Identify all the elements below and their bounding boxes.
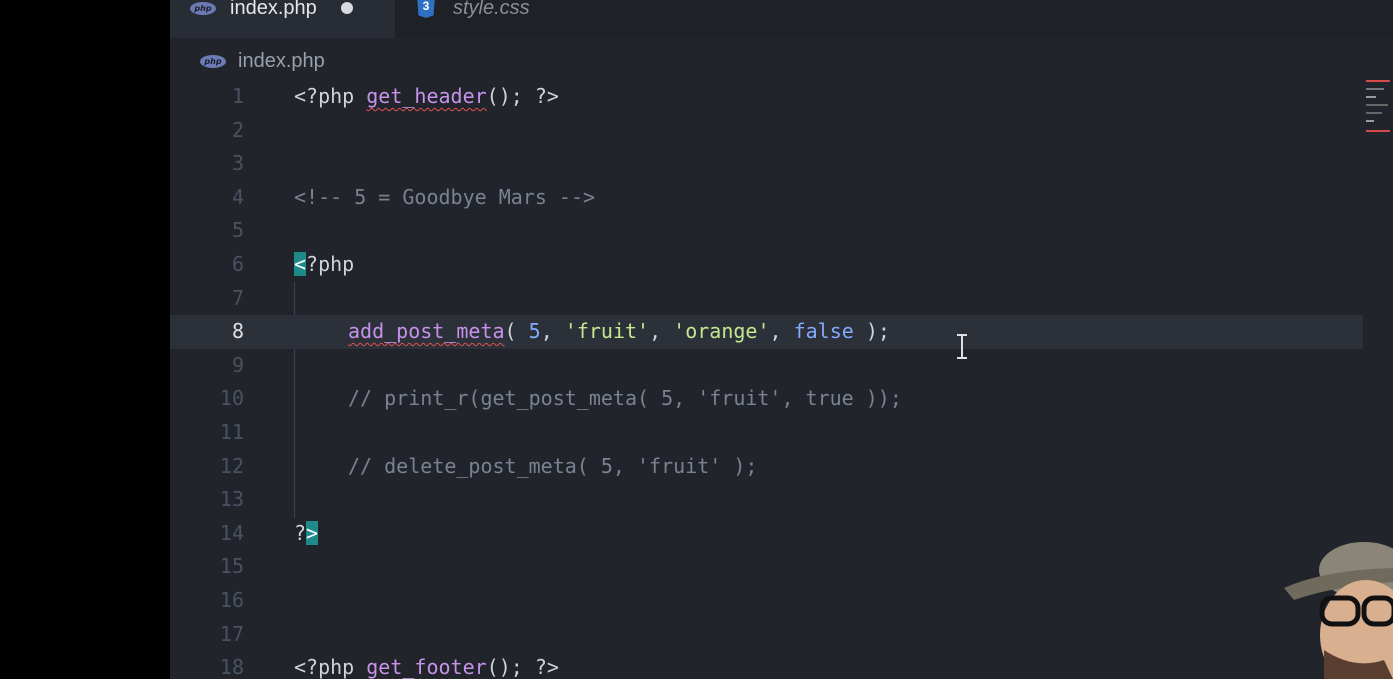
line-number: 15 bbox=[219, 554, 244, 579]
line-number: 14 bbox=[219, 520, 244, 545]
matched-bracket: < bbox=[294, 252, 307, 276]
code-line-9[interactable]: 9 bbox=[170, 349, 1363, 383]
matched-bracket: > bbox=[306, 520, 319, 545]
breadcrumb-label: index.php bbox=[238, 49, 325, 72]
code-line-16[interactable]: 16 bbox=[170, 584, 1363, 618]
tab-label: style.css bbox=[453, 0, 530, 19]
line-number: 17 bbox=[219, 621, 244, 646]
code-line-1[interactable]: 1 <?php get_header(); ?> bbox=[170, 80, 1363, 114]
code-line-18[interactable]: 18 <?php get_footer(); ?> bbox=[170, 651, 1363, 679]
minimap[interactable] bbox=[1366, 78, 1392, 138]
line-number: 9 bbox=[231, 352, 244, 377]
line-number: 12 bbox=[219, 453, 244, 478]
css3-icon: 3 bbox=[417, 0, 435, 18]
tab-style-css[interactable]: 3 style.css bbox=[395, 0, 615, 38]
tab-index-php[interactable]: php index.php bbox=[170, 0, 395, 38]
tab-label: index.php bbox=[230, 0, 317, 19]
code-line-8-current[interactable]: 8 add_post_meta( 5, 'fruit', 'orange', f… bbox=[170, 315, 1363, 349]
line-number: 5 bbox=[231, 218, 244, 243]
code-line-6[interactable]: 6 <?php bbox=[170, 248, 1363, 282]
line-number: 10 bbox=[219, 386, 244, 411]
code-line-2[interactable]: 2 bbox=[170, 114, 1363, 148]
line-number: 7 bbox=[231, 285, 244, 310]
line-number: 16 bbox=[219, 588, 244, 612]
webcam-overlay bbox=[1284, 510, 1393, 679]
line-number: 11 bbox=[219, 420, 244, 444]
left-black-margin bbox=[0, 0, 170, 679]
line-comment: // print_r(get_post_meta( 5, 'fruit', tr… bbox=[348, 386, 902, 411]
line-comment: // delete_post_meta( 5, 'fruit' ); bbox=[348, 453, 758, 478]
code-line-12[interactable]: 12 // delete_post_meta( 5, 'fruit' ); bbox=[170, 450, 1363, 484]
html-comment: <!-- 5 = Goodbye Mars --> bbox=[294, 184, 596, 209]
code-line-11[interactable]: 11 bbox=[170, 416, 1363, 450]
line-number: 8 bbox=[231, 319, 244, 344]
line-number: 3 bbox=[231, 151, 244, 176]
code-line-15[interactable]: 15 bbox=[170, 550, 1363, 584]
line-number: 13 bbox=[219, 487, 244, 512]
code-area[interactable]: 1 <?php get_header(); ?> 2 3 4 <!-- 5 = … bbox=[170, 80, 1393, 679]
tab-bar: php index.php 3 style.css bbox=[170, 0, 1393, 38]
code-editor[interactable]: php index.php 3 style.css php index.php … bbox=[170, 0, 1393, 679]
line-number: 6 bbox=[231, 252, 244, 276]
modified-dot-icon[interactable] bbox=[340, 2, 353, 14]
code-line-5[interactable]: 5 bbox=[170, 214, 1363, 248]
line-number: 4 bbox=[231, 184, 244, 209]
code-line-14[interactable]: 14 ?> bbox=[170, 517, 1363, 551]
line-number: 2 bbox=[231, 117, 244, 142]
presenter-avatar bbox=[1284, 542, 1393, 679]
line-number: 1 bbox=[231, 84, 244, 108]
code-line-4[interactable]: 4 <!-- 5 = Goodbye Mars --> bbox=[170, 181, 1363, 215]
code-line-13[interactable]: 13 bbox=[170, 483, 1363, 517]
code-line-10[interactable]: 10 // print_r(get_post_meta( 5, 'fruit',… bbox=[170, 382, 1363, 416]
text-cursor-icon bbox=[957, 334, 967, 360]
code-line-7[interactable]: 7 bbox=[170, 282, 1363, 316]
breadcrumb[interactable]: php index.php bbox=[200, 46, 325, 76]
php-icon: php bbox=[190, 1, 216, 15]
php-icon: php bbox=[200, 54, 226, 68]
code-line-3[interactable]: 3 bbox=[170, 147, 1363, 181]
code-line-17[interactable]: 17 bbox=[170, 618, 1363, 652]
line-number: 18 bbox=[219, 655, 244, 679]
